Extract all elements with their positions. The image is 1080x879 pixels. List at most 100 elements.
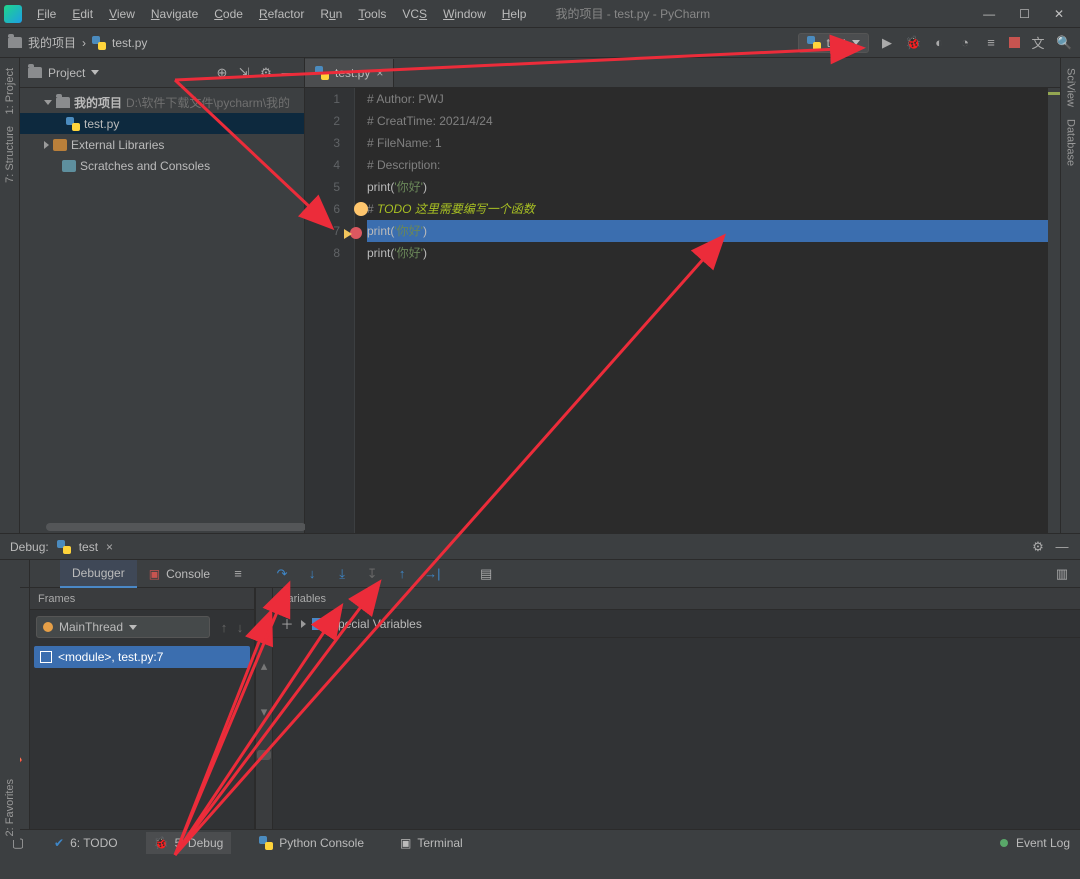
arrow-right-icon[interactable] [44,141,49,149]
menu-file[interactable]: File [30,4,63,24]
add-watch-icon[interactable]: ＋ [279,614,295,633]
menu-edit[interactable]: Edit [65,4,100,24]
run-configuration-selector[interactable]: test [798,33,869,53]
todo-tool-button[interactable]: ✔ 6: TODO [46,832,126,854]
tool-project-tab[interactable]: 1: Project [4,64,16,118]
step-into-button[interactable]: ↓ [304,566,320,581]
event-log-button[interactable]: Event Log [1016,836,1070,850]
menu-tools[interactable]: Tools [351,4,393,24]
line-number[interactable]: 1 [305,88,340,110]
right-tool-strip: SciView Database [1060,58,1080,533]
line-number[interactable]: 3 [305,132,340,154]
tool-structure-tab[interactable]: 7: Structure [4,122,16,187]
intention-bulb-icon[interactable] [354,202,368,216]
tree-scratches[interactable]: Scratches and Consoles [20,155,304,176]
chevron-down-icon[interactable]: ▾ [256,704,272,720]
debug-button[interactable]: 🐞 [905,35,921,51]
prev-frame-icon[interactable]: ↑ [216,620,232,635]
editor-tab-testpy[interactable]: test.py × [305,59,394,87]
threads-icon[interactable]: ≡ [230,566,246,581]
menu-code[interactable]: Code [207,4,250,24]
run-to-cursor-button[interactable]: →| [424,566,440,581]
line-number[interactable]: 5 [305,176,340,198]
menu-vcs[interactable]: VCS [395,4,434,24]
run-button[interactable]: ▶ [879,35,895,51]
thread-selector[interactable]: MainThread [36,616,210,638]
arrow-right-icon[interactable] [301,620,306,628]
tree-file-testpy[interactable]: test.py [20,113,304,134]
close-session-icon[interactable]: × [106,540,113,554]
evaluate-expression-button[interactable]: ▤ [478,566,494,582]
stop-button[interactable] [1009,37,1020,48]
project-panel-title: Project [48,66,85,80]
line-number[interactable]: 7 [305,220,340,242]
force-step-into-button[interactable]: ↧ [364,566,380,582]
tool-database-tab[interactable]: Database [1065,115,1077,170]
code-line[interactable]: print('你好') [367,176,1048,198]
menu-view[interactable]: View [102,4,142,24]
coverage-button[interactable]: ◐ [931,35,947,50]
select-opened-file-icon[interactable]: ⊕ [214,65,230,81]
step-into-my-code-button[interactable]: ⤓ [334,566,350,582]
maximize-icon[interactable]: ☐ [1019,7,1030,21]
profile-button[interactable]: ◔ [957,35,973,50]
special-variables-label[interactable]: Special Variables [330,617,422,631]
code-line[interactable]: # FileName: 1 [367,132,1048,154]
frames-vars-splitter[interactable]: ▴ ▾ [255,588,273,829]
stack-frame[interactable]: <module>, test.py:7 [34,646,250,668]
horizontal-scrollbar[interactable] [46,523,306,531]
debugger-tab[interactable]: Debugger [60,560,137,588]
hide-panel-icon[interactable]: — [280,65,296,80]
menu-navigate[interactable]: Navigate [144,4,205,24]
arrow-down-icon[interactable] [44,100,52,105]
code-line[interactable]: # TODO 这里需要编写一个函数 [367,198,1048,220]
line-number[interactable]: 4 [305,154,340,176]
line-number[interactable]: 2 [305,110,340,132]
layout-settings-icon[interactable]: ▥ [1054,566,1070,582]
step-over-button[interactable]: ↷ [274,566,290,582]
project-root-name[interactable]: 我的项目 [74,94,122,111]
next-frame-icon[interactable]: ↓ [232,620,248,635]
minimize-icon[interactable]: — [983,7,995,21]
menu-run[interactable]: Run [313,4,349,24]
attach-button[interactable]: ≡ [983,35,999,50]
code-line[interactable]: print('你好') [367,242,1048,264]
close-tab-icon[interactable]: × [376,66,383,80]
menu-window[interactable]: Window [436,4,493,24]
breadcrumb-project[interactable]: 我的项目 [28,34,76,51]
step-out-button[interactable]: ↑ [394,566,410,581]
console-tab[interactable]: ▣Console [137,561,222,587]
chevron-up-icon[interactable]: ▴ [256,658,272,674]
menu-help[interactable]: Help [495,4,534,24]
debug-tool-button[interactable]: 🐞 5: Debug [146,832,232,854]
terminal-icon: ▣ [400,836,411,850]
link-icon[interactable] [257,750,271,760]
search-everywhere-button[interactable]: 🔍 [1056,35,1072,51]
bug-icon: 🐞 [154,836,169,850]
close-icon[interactable]: ✕ [1054,7,1064,21]
gear-icon[interactable]: ⚙ [258,65,274,81]
code-line[interactable]: # Author: PWJ [367,88,1048,110]
tool-sciview-tab[interactable]: SciView [1065,64,1077,111]
gear-icon[interactable]: ⚙ [1030,539,1046,555]
hide-panel-icon[interactable]: — [1054,539,1070,554]
python-console-tool-button[interactable]: Python Console [251,832,372,854]
code-line[interactable]: print('你好') [367,220,1048,242]
expand-all-icon[interactable]: ⇲ [236,65,252,81]
line-number[interactable]: 6 [305,198,340,220]
editor-gutter[interactable]: 12345678 [305,88,355,533]
tree-external-libraries[interactable]: External Libraries [20,134,304,155]
project-tree[interactable]: 我的项目 D:\软件下载文件\pycharm\我的 test.py Extern… [20,88,304,533]
line-number[interactable]: 8 [305,242,340,264]
menu-refactor[interactable]: Refactor [252,4,311,24]
breadcrumb-file[interactable]: test.py [112,36,147,50]
terminal-tool-button[interactable]: ▣ Terminal [392,832,471,854]
variables-body[interactable] [273,638,1080,829]
code-line[interactable]: # CreatTime: 2021/4/24 [367,110,1048,132]
code-line[interactable]: # Description: [367,154,1048,176]
translate-button[interactable]: 文 [1030,33,1046,52]
tree-file-label: test.py [84,117,119,131]
code-editor[interactable]: # Author: PWJ# CreatTime: 2021/4/24# Fil… [355,88,1048,533]
chevron-down-icon[interactable] [91,70,99,75]
tool-favorites-tab[interactable]: 2: Favorites [4,775,16,840]
